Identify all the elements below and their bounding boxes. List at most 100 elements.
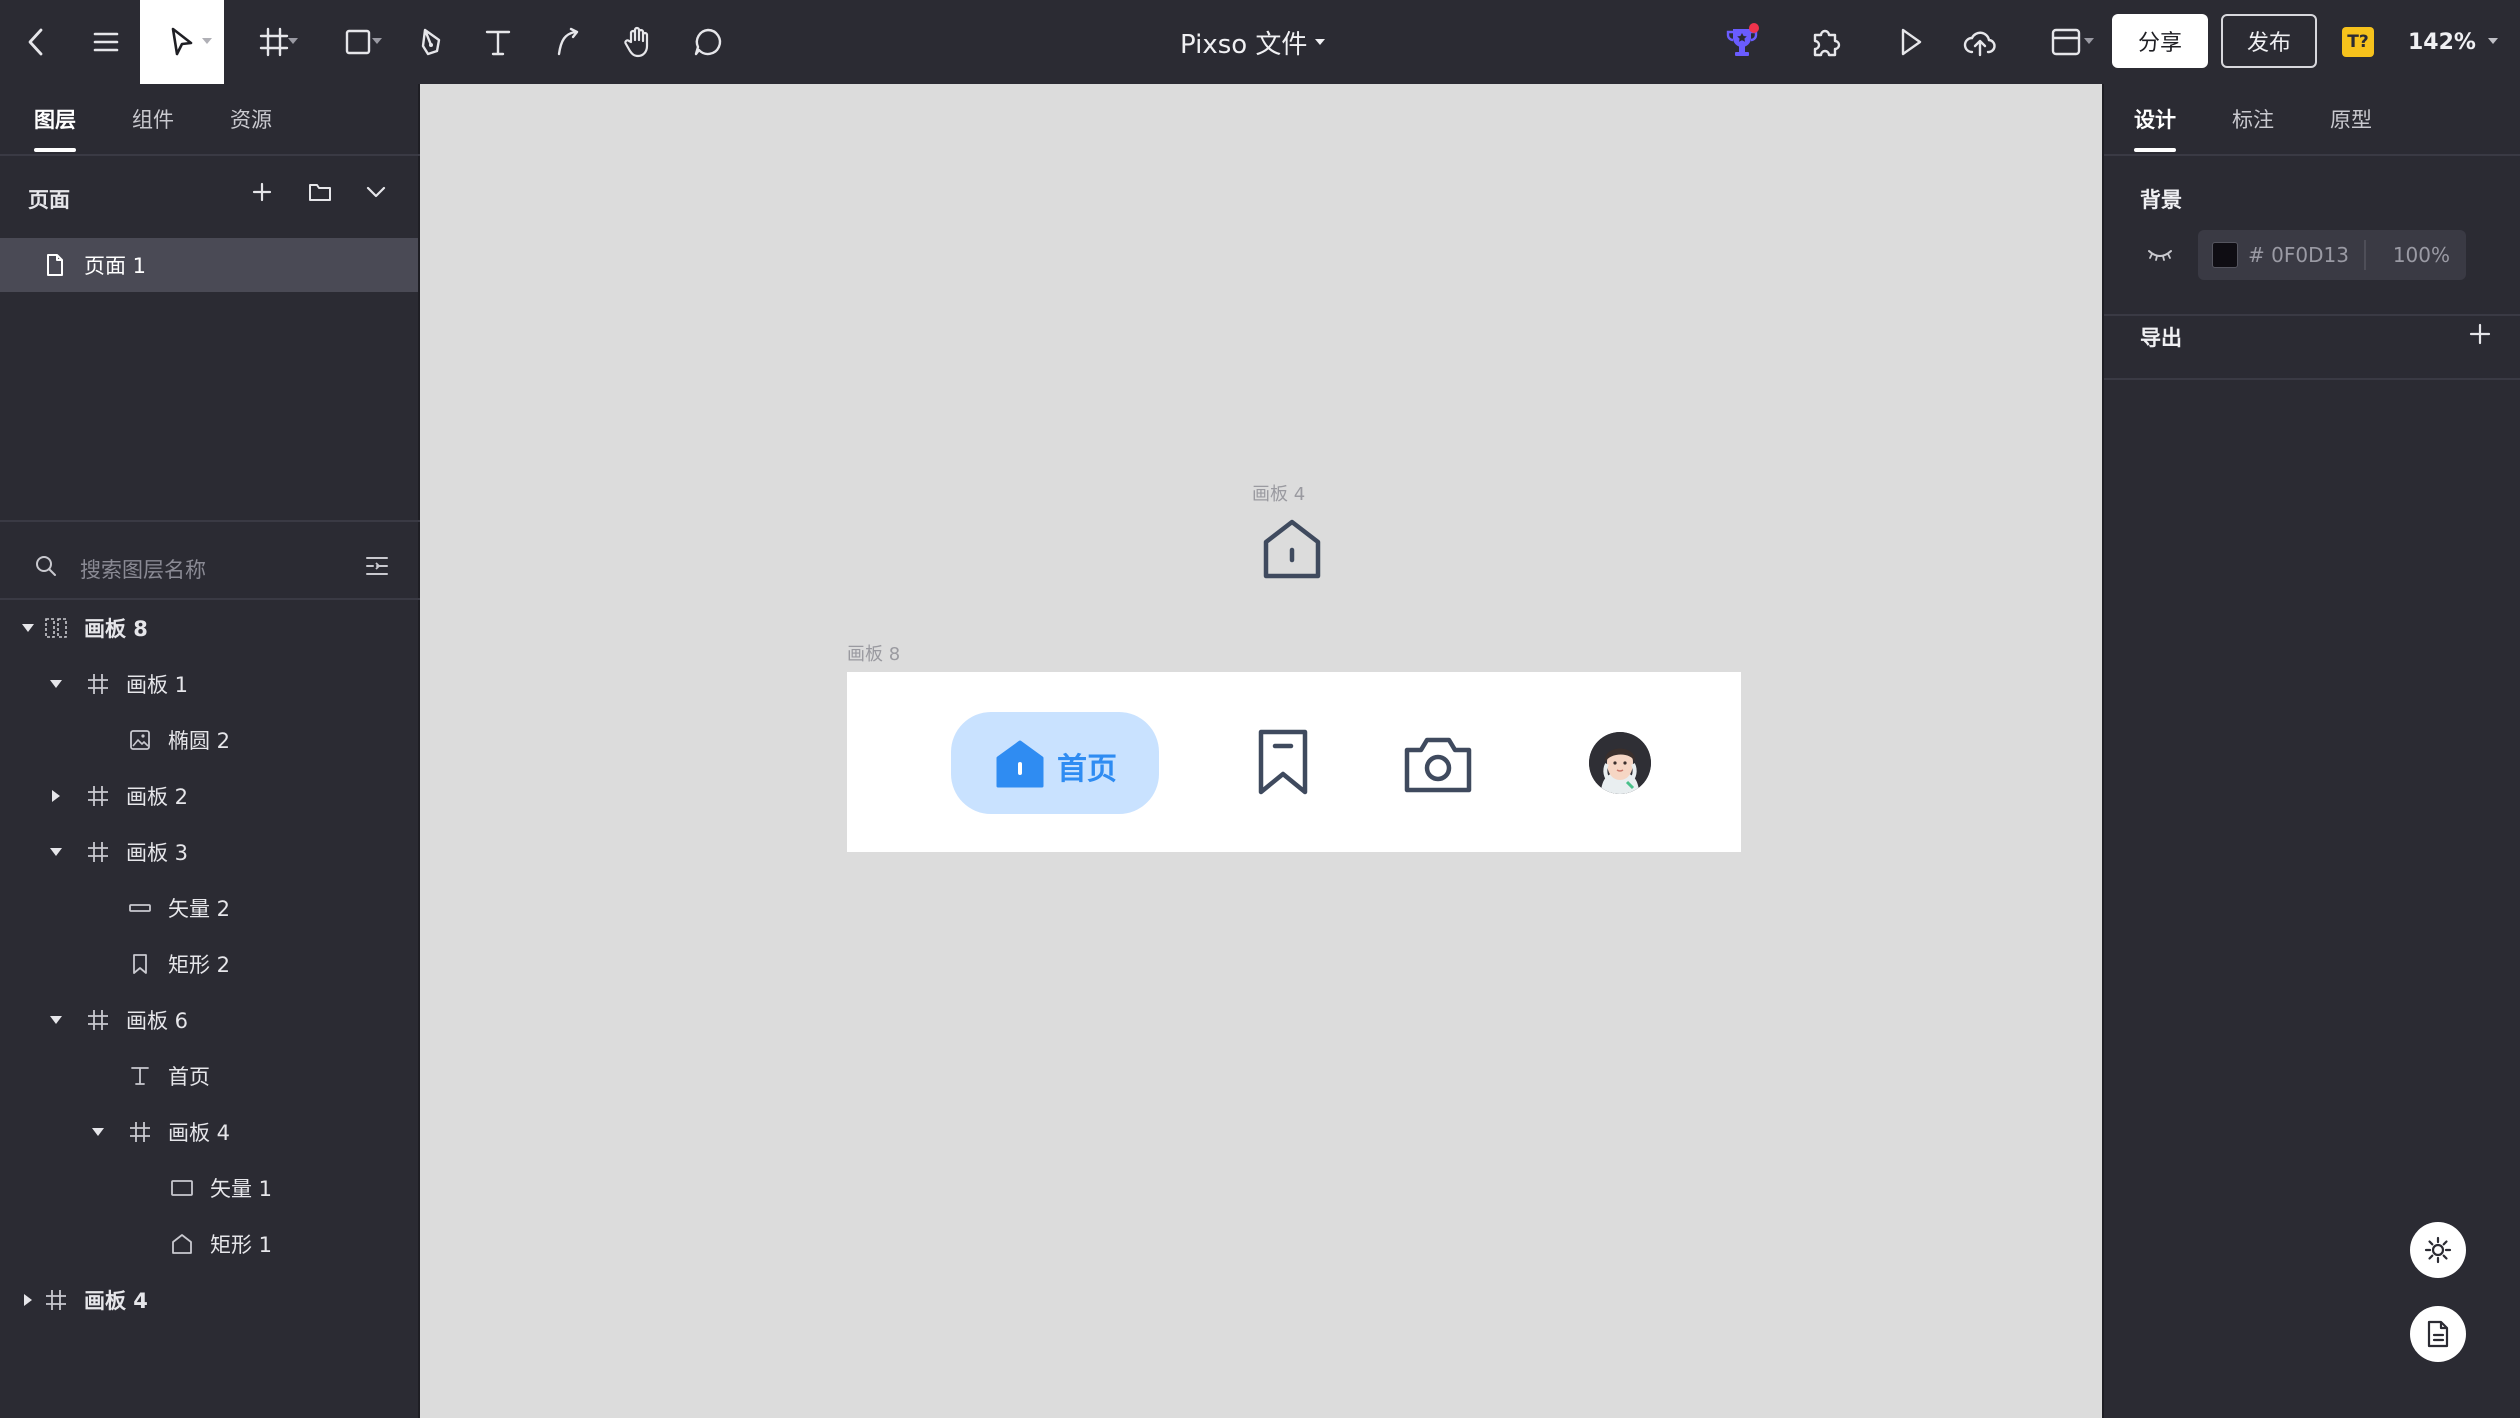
tab-design[interactable]: 设计 xyxy=(2134,104,2176,134)
notes-button[interactable] xyxy=(2410,1306,2466,1362)
document-title[interactable]: Pixso 文件 xyxy=(1180,0,1326,84)
eye-closed-icon[interactable] xyxy=(2146,242,2174,266)
tab-assets[interactable]: 资源 xyxy=(230,104,272,134)
layer-row[interactable]: 矩形 1 xyxy=(0,1224,418,1264)
divider xyxy=(0,598,420,600)
frame-icon xyxy=(130,1122,150,1142)
expand-arrow-icon[interactable] xyxy=(50,1016,62,1024)
pages-heading: 页面 xyxy=(28,188,70,212)
layout-button[interactable] xyxy=(2034,0,2098,84)
pen-tool-button[interactable] xyxy=(410,0,454,84)
color-swatch[interactable] xyxy=(2212,242,2238,268)
layer-row[interactable]: 画板 3 xyxy=(0,832,418,872)
right-panel: 设计 标注 原型 背景 # 0F0D13 100% 导出 xyxy=(2102,84,2520,1418)
cloud-upload-icon xyxy=(1963,31,1996,57)
filter-icon[interactable] xyxy=(364,554,390,578)
expand-arrow-icon[interactable] xyxy=(92,1128,104,1136)
expand-arrow-icon[interactable] xyxy=(52,790,60,802)
layer-row[interactable]: 矢量 2 xyxy=(0,888,418,928)
trophy-button[interactable] xyxy=(1718,0,1766,84)
layer-row[interactable]: 画板 8 xyxy=(0,608,418,648)
share-button[interactable]: 分享 xyxy=(2112,14,2208,68)
layer-row[interactable]: 画板 6 xyxy=(0,1000,418,1040)
bookmark-icon[interactable] xyxy=(1255,728,1311,796)
add-export-icon[interactable] xyxy=(2468,322,2492,346)
left-panel: 图层 组件 资源 页面 页面 1 搜索图层名称 画板 8 画板 1 椭圆 2 画… xyxy=(0,84,420,1418)
expand-arrow-icon[interactable] xyxy=(22,624,34,632)
text-tool-button[interactable] xyxy=(476,0,520,84)
page-item-label: 页面 1 xyxy=(84,254,147,278)
layer-name: 椭圆 2 xyxy=(168,729,231,753)
play-icon xyxy=(1901,28,1922,56)
chevron-down-icon[interactable] xyxy=(2488,38,2498,44)
avatar-illustration xyxy=(1589,732,1651,794)
layer-row[interactable]: 椭圆 2 xyxy=(0,720,418,760)
present-button[interactable] xyxy=(1888,0,1932,84)
plugin-badge[interactable]: T? xyxy=(2342,27,2374,57)
plugins-button[interactable] xyxy=(1802,0,1850,84)
layer-name: 画板 6 xyxy=(126,1009,189,1033)
bookmark-icon xyxy=(133,954,147,974)
background-color-field[interactable]: # 0F0D13 100% xyxy=(2198,230,2466,280)
layer-name: 画板 8 xyxy=(84,617,148,641)
home-outline-icon[interactable] xyxy=(1260,518,1324,582)
search-input[interactable]: 搜索图层名称 xyxy=(80,554,206,584)
tab-bar-frame[interactable]: 首页 xyxy=(847,672,1741,852)
rectangle-icon xyxy=(171,1180,193,1196)
zoom-level[interactable]: 142% xyxy=(2408,0,2476,84)
chevron-down-icon[interactable] xyxy=(360,176,392,208)
tab-annotate[interactable]: 标注 xyxy=(2232,104,2274,134)
frame-icon xyxy=(88,786,108,806)
tab-prototype[interactable]: 原型 xyxy=(2330,104,2372,134)
page-item[interactable]: 页面 1 xyxy=(0,238,418,292)
home-tab-label: 首页 xyxy=(1057,752,1117,787)
avatar[interactable] xyxy=(1589,732,1651,794)
sun-icon xyxy=(2424,1236,2452,1264)
move-tool-button[interactable] xyxy=(140,0,224,84)
layer-row[interactable]: 画板 1 xyxy=(0,664,418,704)
tab-layers[interactable]: 图层 xyxy=(34,104,76,134)
layer-row[interactable]: 矩形 2 xyxy=(0,944,418,984)
upload-button[interactable] xyxy=(1956,0,2004,84)
divider xyxy=(2104,154,2520,156)
canvas[interactable]: 画板 4 画板 8 首页 xyxy=(422,84,2102,1418)
layer-name: 矢量 2 xyxy=(168,897,231,921)
expand-arrow-icon[interactable] xyxy=(50,848,62,856)
layer-row[interactable]: 首页 xyxy=(0,1056,418,1096)
frame-label[interactable]: 画板 8 xyxy=(847,640,900,666)
divider xyxy=(2104,378,2520,380)
connector-tool-button[interactable] xyxy=(546,0,590,84)
hex-value[interactable]: # 0F0D13 xyxy=(2248,243,2349,267)
comment-icon xyxy=(694,28,722,56)
layer-row[interactable]: 画板 4 xyxy=(0,1280,418,1320)
publish-button[interactable]: 发布 xyxy=(2221,14,2317,68)
folder-icon[interactable] xyxy=(304,176,336,208)
layer-row[interactable]: 矢量 1 xyxy=(0,1168,418,1208)
comment-tool-button[interactable] xyxy=(684,0,732,84)
pen-icon xyxy=(421,28,441,56)
hand-tool-button[interactable] xyxy=(614,0,662,84)
trophy-icon xyxy=(1726,23,1759,56)
frame-icon xyxy=(259,27,289,57)
document-icon xyxy=(2427,1320,2449,1348)
frame-label[interactable]: 画板 4 xyxy=(1252,480,1305,506)
expand-arrow-icon[interactable] xyxy=(50,680,62,688)
layer-row[interactable]: 画板 4 xyxy=(0,1112,418,1152)
layer-search[interactable]: 搜索图层名称 xyxy=(34,544,394,588)
path-icon xyxy=(557,27,579,56)
expand-arrow-icon[interactable] xyxy=(24,1294,32,1306)
theme-toggle-button[interactable] xyxy=(2410,1222,2466,1278)
back-icon[interactable] xyxy=(14,0,58,84)
opacity-value[interactable]: 100% xyxy=(2393,243,2450,267)
add-page-icon[interactable] xyxy=(246,176,278,208)
pointer-icon xyxy=(171,27,193,56)
camera-icon[interactable] xyxy=(1403,734,1473,794)
layer-name: 矩形 2 xyxy=(168,953,231,977)
tab-components[interactable]: 组件 xyxy=(132,104,174,134)
home-tab[interactable]: 首页 xyxy=(951,712,1159,814)
shape-tool-button[interactable] xyxy=(328,0,388,84)
tab-underline xyxy=(2134,148,2176,152)
layer-row[interactable]: 画板 2 xyxy=(0,776,418,816)
menu-icon[interactable] xyxy=(84,0,128,84)
frame-tool-button[interactable] xyxy=(244,0,304,84)
